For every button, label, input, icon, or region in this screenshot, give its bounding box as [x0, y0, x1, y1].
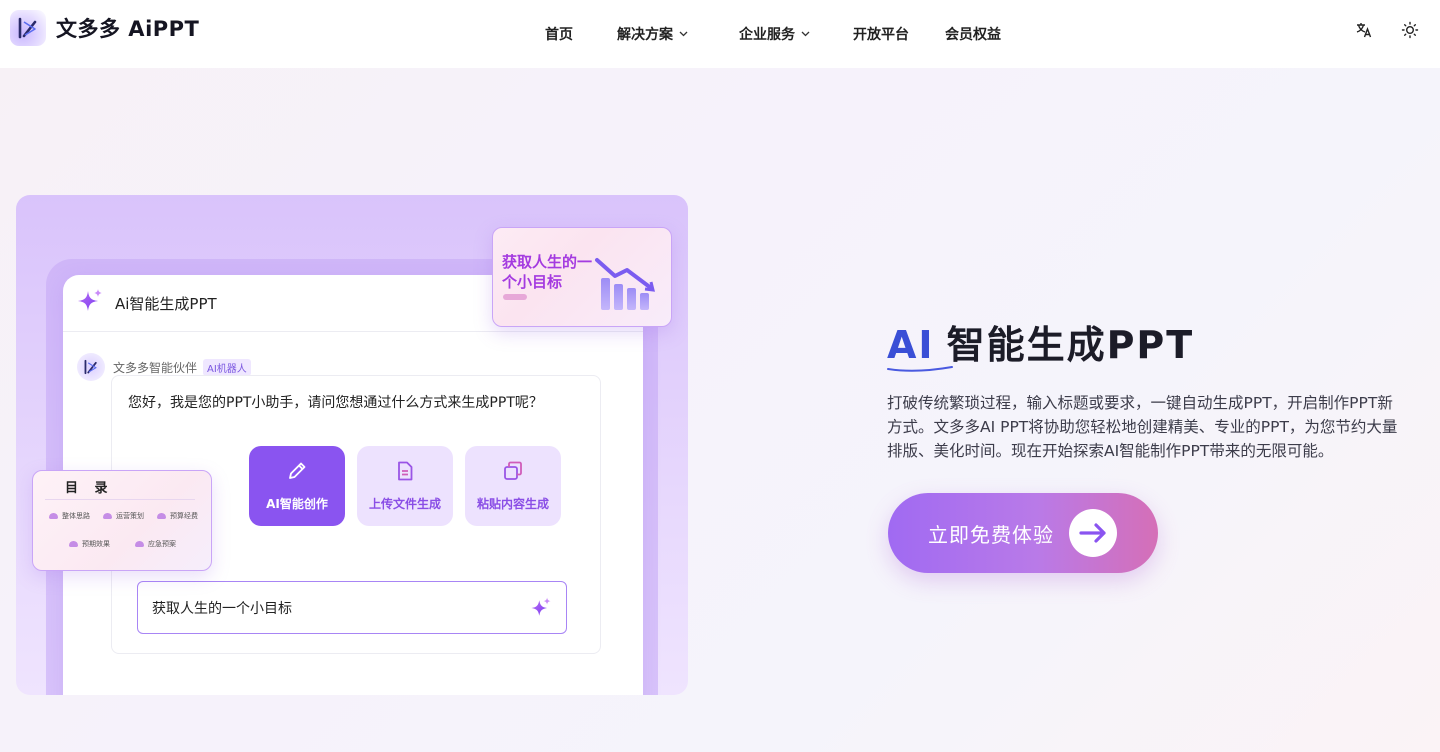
option-upload-file-label: 上传文件生成	[368, 497, 441, 511]
nav-home[interactable]: 首页	[545, 24, 573, 44]
toc-item-label: 应急预案	[148, 540, 176, 548]
hero-title-ai: AI	[887, 323, 953, 372]
toc-bullet-icon	[103, 513, 112, 519]
nav-enterprise-label: 企业服务	[739, 27, 795, 43]
nav-membership[interactable]: 会员权益	[945, 24, 1001, 44]
free-trial-button-label: 立即免费体验	[928, 522, 1054, 547]
nav-home-label: 首页	[545, 27, 573, 43]
toc-bullet-icon	[157, 513, 166, 519]
toc-item-label: 预算经费	[170, 512, 198, 520]
topic-input[interactable]: 获取人生的一个小目标	[137, 581, 567, 634]
sparkle-icon[interactable]	[528, 595, 554, 625]
nav-open-platform-label: 开放平台	[853, 27, 909, 43]
toc-title: 目 录	[65, 481, 114, 496]
option-ai-create[interactable]: AI智能创作	[249, 446, 345, 526]
copy-icon	[502, 460, 524, 485]
toc-item: 运营策划	[103, 511, 144, 521]
bot-name: 文多多智能伙伴	[113, 360, 198, 375]
topic-input-value: 获取人生的一个小目标	[152, 600, 292, 617]
nav-membership-label: 会员权益	[945, 27, 1001, 43]
toc-item: 预算经费	[157, 511, 198, 521]
sparkle-icon	[75, 286, 105, 320]
nav-open-platform[interactable]: 开放平台	[853, 24, 909, 44]
chat-window-title: Ai智能生成PPT	[115, 294, 217, 313]
bar-chart-icon	[593, 248, 663, 322]
toc-bullet-icon	[49, 513, 58, 519]
brand-name: 文多多 AiPPT	[56, 17, 200, 41]
toc-item-label: 预期效果	[82, 540, 110, 548]
translate-icon[interactable]	[1352, 18, 1376, 42]
slide-preview-title: 获取人生的一个小目标	[502, 253, 593, 291]
bot-tag: AI机器人	[203, 358, 251, 376]
hero-title-ai-text: AI	[887, 323, 935, 367]
hero-title-rest: 智能生成PPT	[946, 323, 1195, 367]
option-paste-content[interactable]: 粘贴内容生成	[465, 446, 561, 526]
title-underline-icon	[887, 366, 953, 372]
top-nav-bar: 文多多 AiPPT 首页 解决方案 企业服务 开放平台 会员权益	[0, 0, 1440, 68]
hero-description: 打破传统繁琐过程，输入标题或要求，一键自动生成PPT，开启制作PPT新方式。文多…	[887, 394, 1398, 460]
option-ai-create-label: AI智能创作	[266, 497, 328, 511]
bot-avatar	[77, 353, 105, 381]
pencil-icon	[286, 460, 308, 485]
toc-item-label: 运营策划	[116, 512, 144, 520]
header-actions	[1330, 18, 1422, 42]
sun-icon[interactable]	[1398, 18, 1422, 42]
nav-solutions-label: 解决方案	[617, 27, 673, 43]
brand-logo[interactable]: 文多多 AiPPT	[10, 10, 199, 46]
toc-item: 整体思路	[49, 511, 90, 521]
document-icon	[394, 460, 416, 485]
option-upload-file[interactable]: 上传文件生成	[357, 446, 453, 526]
main-nav: 首页 解决方案 企业服务 开放平台 会员权益	[545, 0, 1001, 68]
toc-bullet-icon	[69, 541, 78, 547]
hero-section: AI 智能生成PPT 打破传统繁琐过程，输入标题或要求，一键自动生成PPT，开启…	[887, 314, 1407, 463]
arrow-right-icon	[1069, 509, 1117, 557]
slide-preview-tag	[503, 294, 527, 300]
nav-solutions[interactable]: 解决方案	[617, 24, 688, 44]
option-paste-content-label: 粘贴内容生成	[476, 497, 549, 511]
nav-enterprise[interactable]: 企业服务	[739, 24, 810, 44]
logo-icon	[10, 10, 46, 46]
hero-title: AI 智能生成PPT	[887, 314, 1407, 372]
chevron-down-icon	[801, 29, 810, 40]
toc-preview-card: 目 录 整体思路 运营策划 预算经费 预期效果 应急预案	[32, 470, 212, 571]
toc-item: 应急预案	[135, 539, 176, 549]
toc-item-label: 整体思路	[62, 512, 90, 520]
product-demo-illustration: Ai智能生成PPT 文多多智能伙伴 AI机器人 您好，我是您的PPT小助手，请问…	[16, 195, 688, 695]
toc-divider	[45, 499, 195, 500]
bot-message: 您好，我是您的PPT小助手，请问您想通过什么方式来生成PPT呢？	[128, 395, 543, 411]
slide-preview-card: 获取人生的一个小目标	[492, 227, 672, 327]
free-trial-button[interactable]: 立即免费体验	[888, 493, 1158, 573]
chevron-down-icon	[679, 29, 688, 40]
toc-item: 预期效果	[69, 539, 110, 549]
toc-bullet-icon	[135, 541, 144, 547]
